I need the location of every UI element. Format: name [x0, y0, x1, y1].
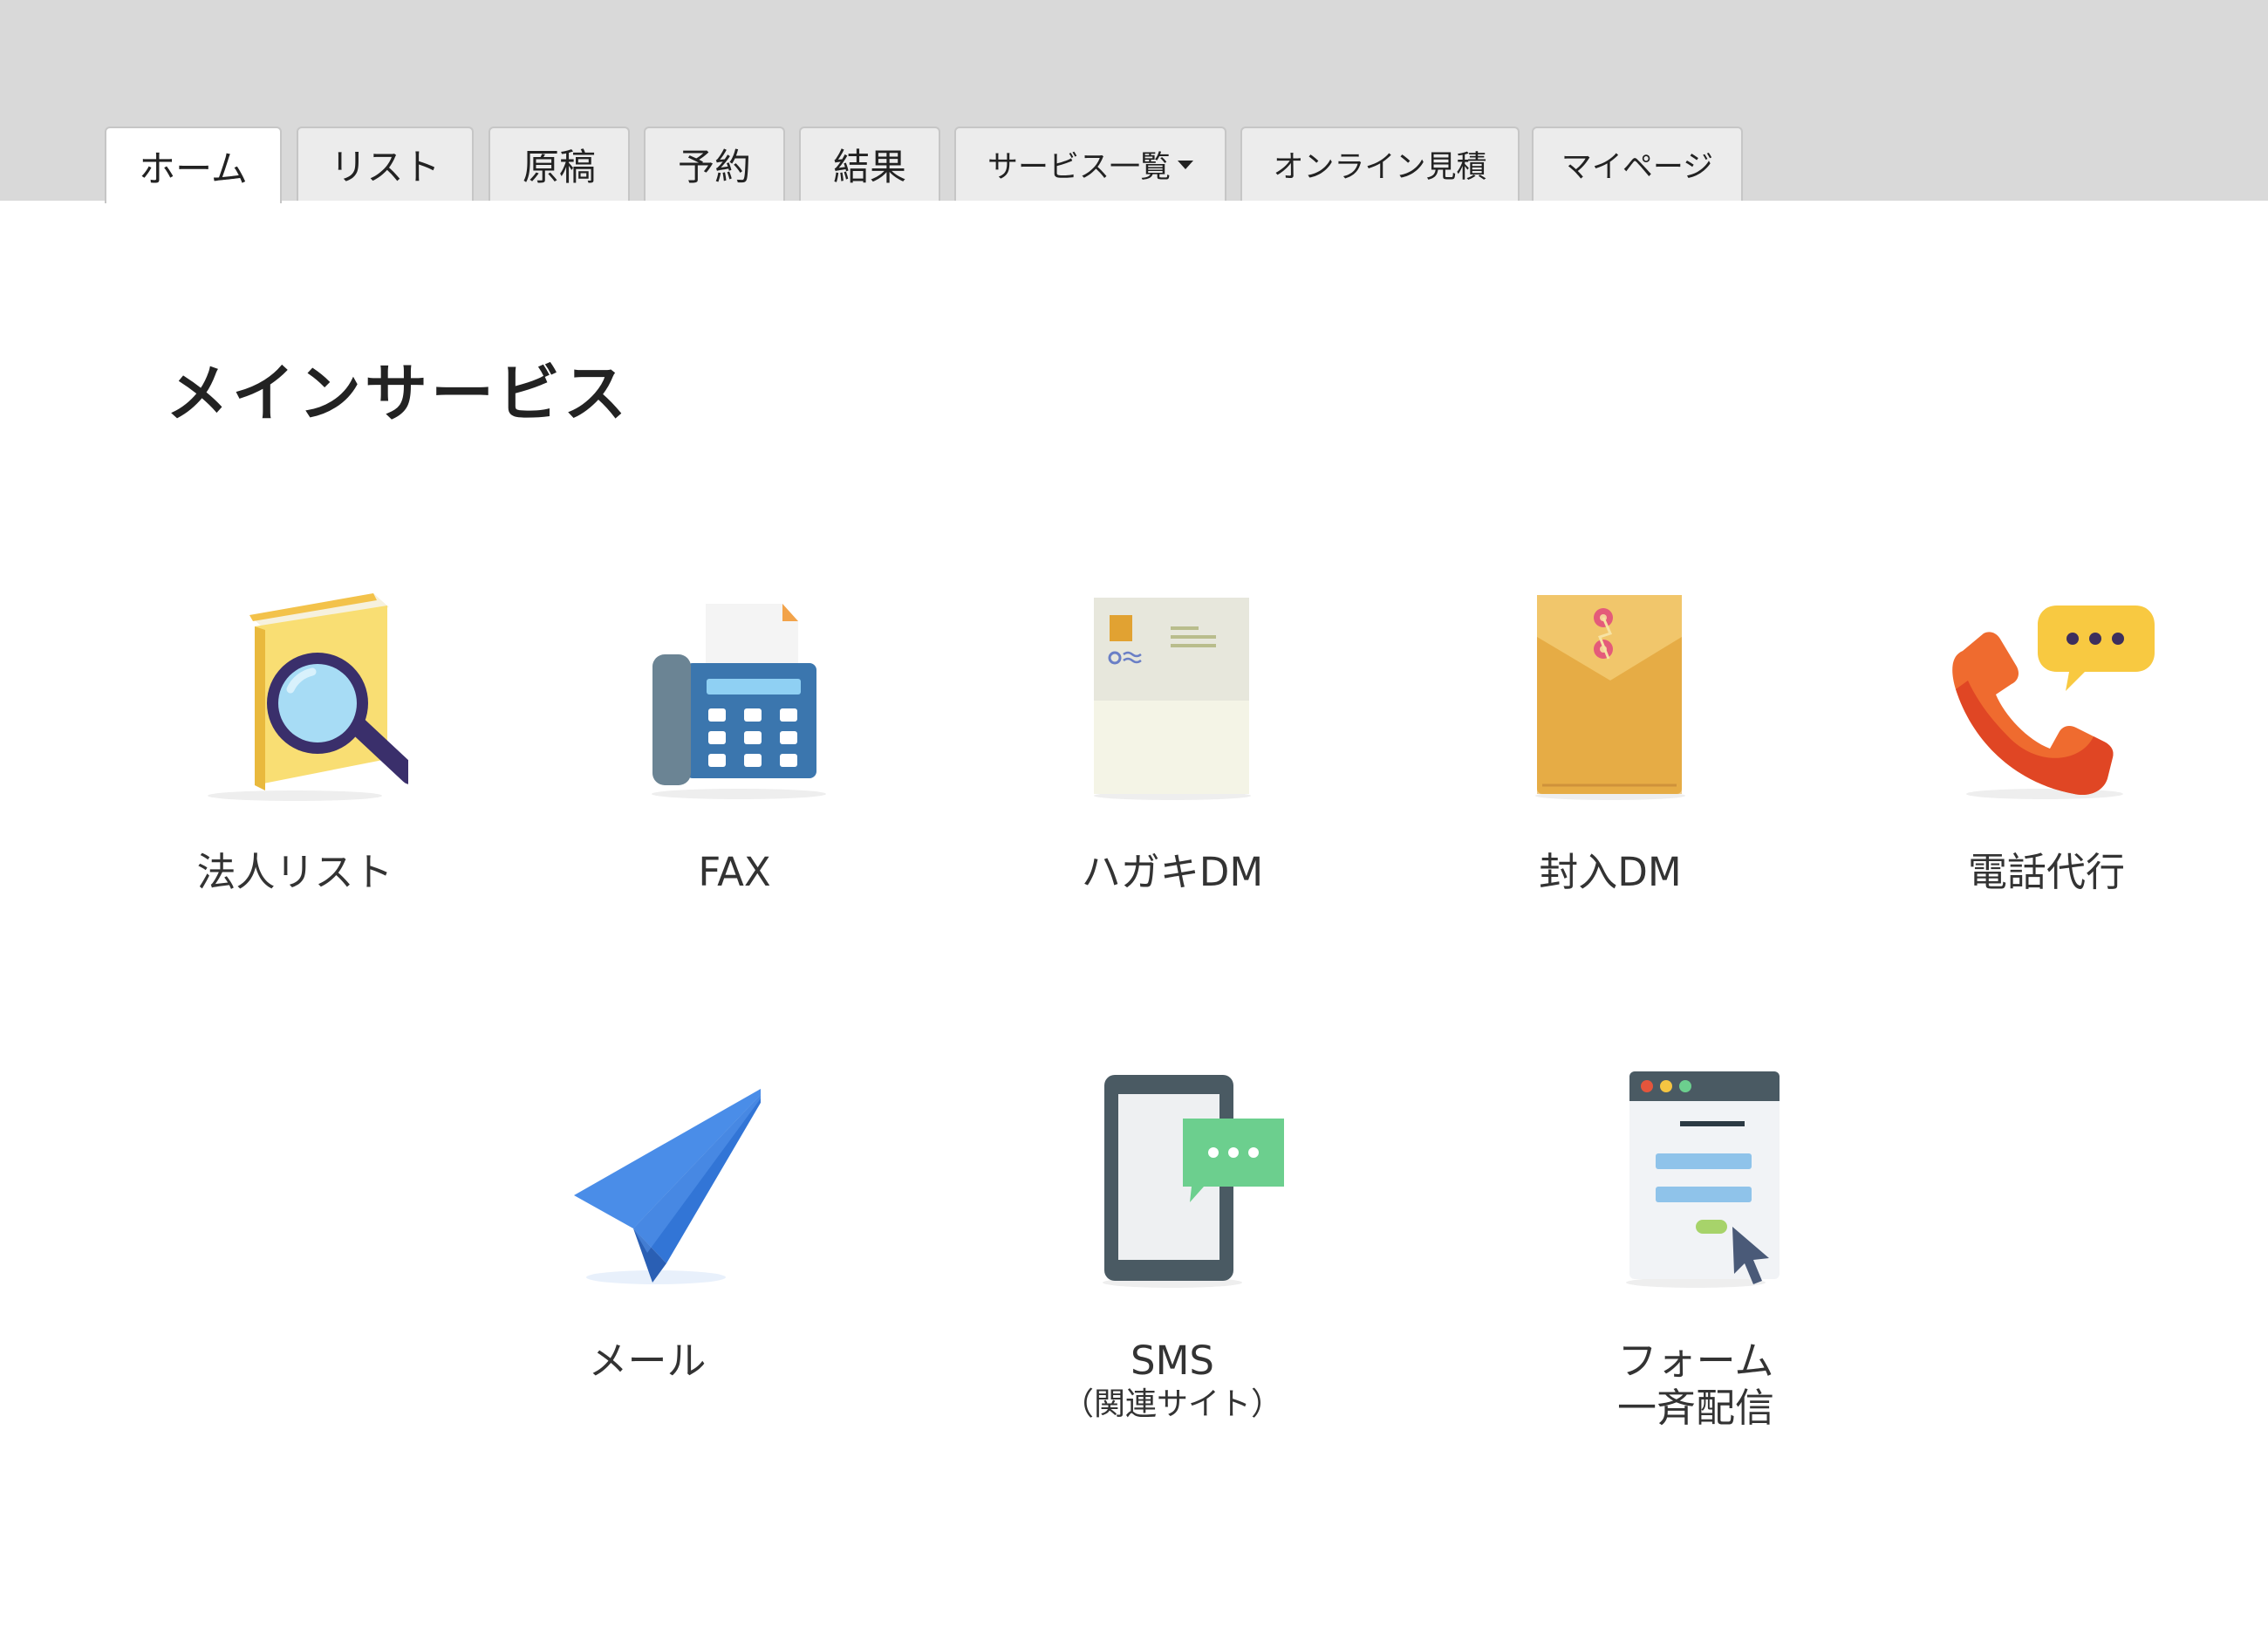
service-label: ハガキDM [1081, 849, 1264, 895]
paper-plane-icon [574, 1088, 761, 1284]
tab-manuscript-label: 原稿 [522, 146, 596, 188]
web-form-icon [1626, 1071, 1780, 1288]
service-enclosed-dm[interactable]: 封入DM [1453, 576, 1767, 925]
smartphone-sms-icon [1103, 1075, 1284, 1288]
tab-reservation[interactable]: 予約 [644, 127, 785, 201]
service-sublabel: （関連サイト） [1062, 1386, 1282, 1422]
service-label-line1: フォーム [1617, 1338, 1774, 1384]
tab-list-label: リスト [330, 146, 441, 188]
postcard-icon [1094, 598, 1251, 800]
tab-reservation-label: 予約 [677, 146, 751, 188]
tab-home-label: ホーム [139, 147, 248, 190]
tab-online-estimate-label: オンライン見積 [1273, 150, 1487, 185]
fax-machine-icon [652, 604, 826, 799]
service-form-broadcast[interactable]: フォーム 一斉配信 [1539, 1064, 1853, 1431]
service-label: FAX [698, 849, 771, 895]
service-fax[interactable]: FAX [577, 576, 891, 925]
service-corporate-list[interactable]: 法人リスト [138, 576, 452, 925]
service-email[interactable]: メール [490, 1064, 804, 1396]
tab-manuscript[interactable]: 原稿 [488, 127, 630, 201]
tab-mypage[interactable]: マイページ [1532, 127, 1743, 201]
section-title: メインサービス [166, 357, 631, 430]
service-label: SMS [1131, 1338, 1214, 1384]
tab-list[interactable]: リスト [297, 127, 474, 201]
book-magnifier-icon [208, 593, 408, 801]
phone-chat-icon [1952, 606, 2155, 799]
service-label: 法人リスト [196, 849, 393, 895]
service-label: 電話代行 [1967, 849, 2125, 895]
tab-service-list-dropdown[interactable]: サービス一覧 [954, 127, 1226, 201]
service-postcard-dm[interactable]: ハガキDM [1015, 576, 1329, 925]
tab-home[interactable]: ホーム [105, 127, 282, 203]
envelope-icon [1535, 595, 1685, 800]
tab-online-estimate[interactable]: オンライン見積 [1240, 127, 1520, 201]
service-label: メール [588, 1338, 707, 1384]
tab-mypage-label: マイページ [1561, 150, 1714, 185]
service-label-line2: 一斉配信 [1616, 1385, 1774, 1431]
tab-results[interactable]: 結果 [799, 127, 940, 201]
service-label: 封入DM [1539, 849, 1682, 895]
service-phone-agency[interactable]: 電話代行 [1889, 576, 2203, 925]
tab-results-label: 結果 [832, 146, 906, 188]
caret-down-icon [1178, 160, 1193, 169]
tab-service-list-label: サービス一覧 [987, 150, 1171, 185]
service-sms[interactable]: SMS （関連サイト） [1015, 1064, 1329, 1431]
nav-tabs: ホーム リスト 原稿 予約 結果 サービス一覧 オンライン見積 マイページ [0, 0, 2268, 203]
